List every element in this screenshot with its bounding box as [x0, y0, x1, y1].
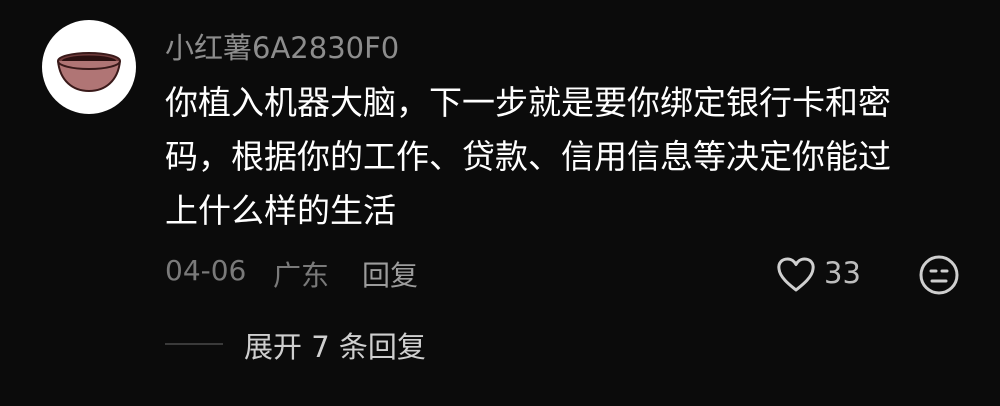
bowl-avatar-icon — [57, 52, 121, 93]
reply-button[interactable]: 回复 — [362, 254, 418, 294]
avatar[interactable] — [42, 20, 136, 114]
comment-location: 广东 — [273, 259, 330, 292]
like-button[interactable] — [776, 256, 816, 294]
comment-line: 码，根据你的工作、贷款、信用信息等决定你能过 — [165, 137, 891, 176]
replies-divider — [165, 343, 223, 345]
comment-line: 你植入机器大脑，下一步就是要你绑定银行卡和密 — [165, 83, 891, 122]
emoji-button[interactable] — [918, 254, 960, 296]
emoji-face-icon — [919, 255, 959, 295]
username[interactable]: 小红薯6A2830F0 — [165, 25, 399, 67]
expand-replies-button[interactable]: 展开 7 条回复 — [244, 324, 426, 366]
heart-outline-icon — [777, 257, 815, 292]
comment-text: 你植入机器大脑，下一步就是要你绑定银行卡和密 码，根据你的工作、贷款、信用信息等… — [165, 76, 965, 238]
like-count: 33 — [824, 256, 861, 290]
comment-line: 上什么样的生活 — [165, 191, 396, 230]
comment-date: 04-06 — [165, 254, 247, 287]
